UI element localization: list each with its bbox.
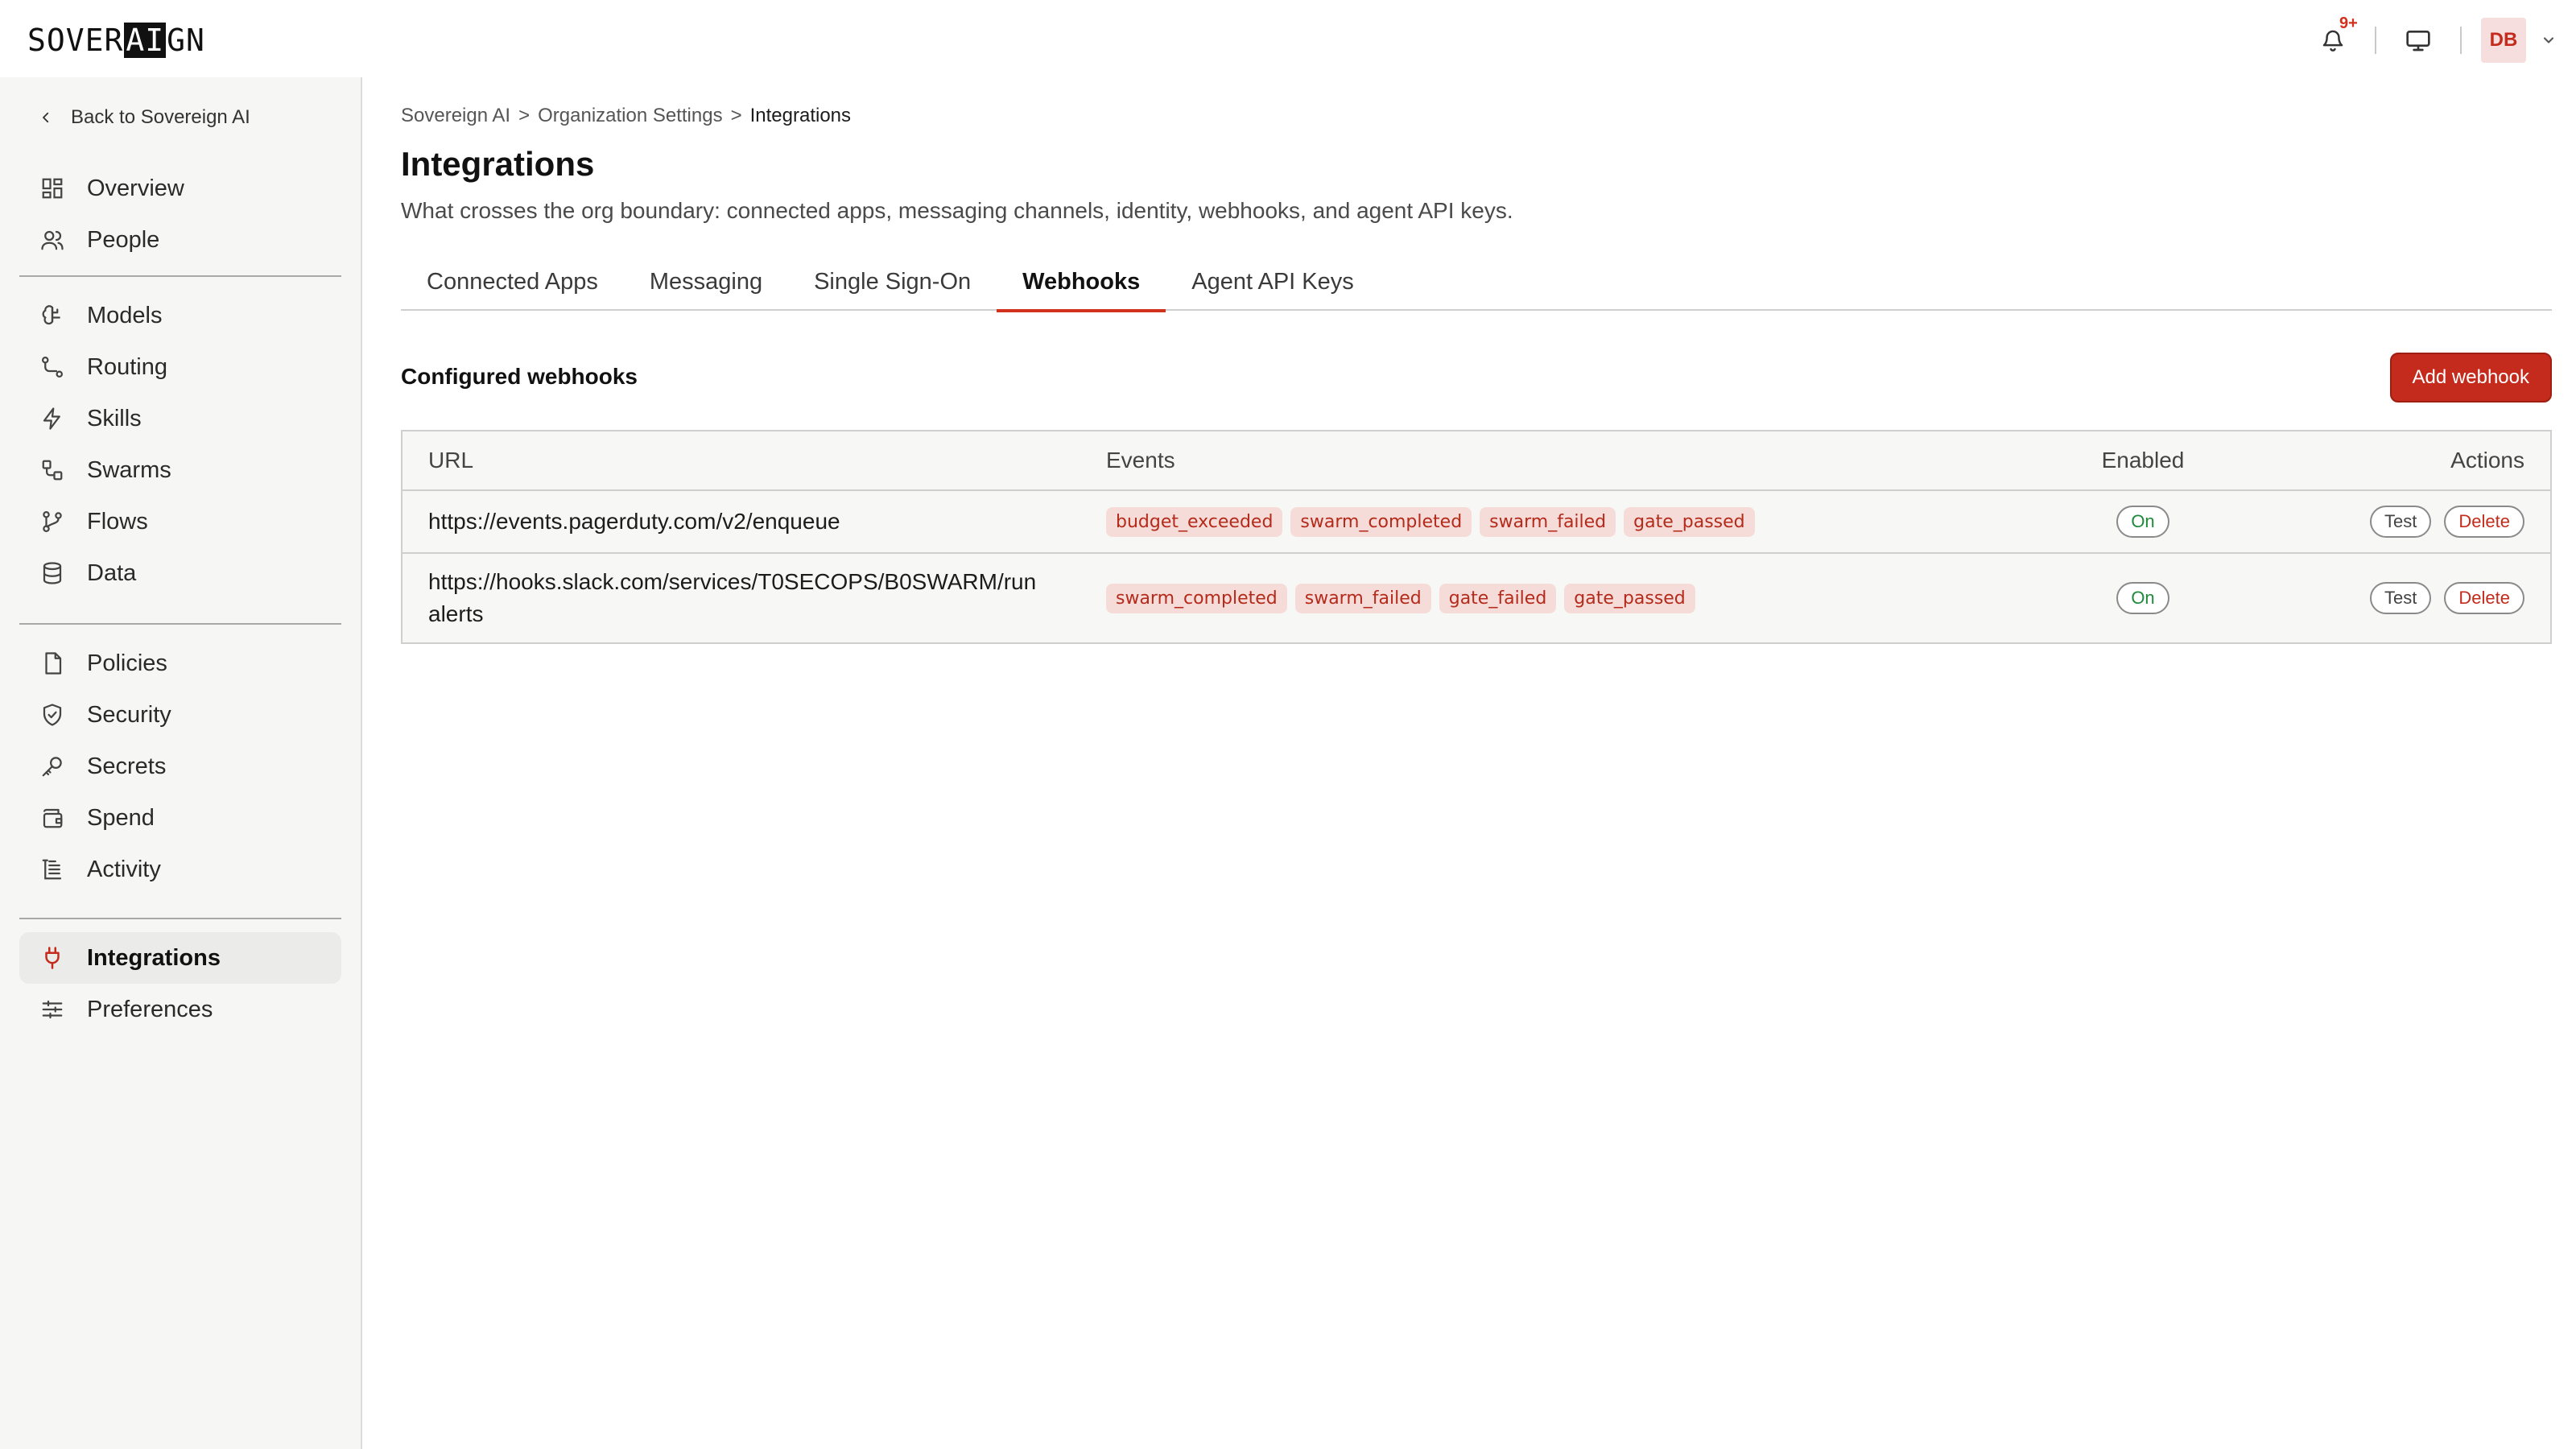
sidebar-item-security[interactable]: Security <box>19 689 341 741</box>
webhooks-table: URL Events Enabled Actions https://event… <box>401 430 2552 644</box>
sidebar-item-spend[interactable]: Spend <box>19 792 341 844</box>
shield-icon <box>43 704 62 726</box>
event-chip: gate_passed <box>1624 506 1755 537</box>
breadcrumb: Sovereign AI > Organization Settings > Integ… <box>401 105 852 126</box>
display-button[interactable] <box>2396 18 2441 63</box>
sidebar-item-overview[interactable]: Overview <box>19 163 341 214</box>
people-icon <box>41 230 64 250</box>
sidebar-item-data[interactable]: Data <box>19 547 341 599</box>
delete-button[interactable]: Delete <box>2444 582 2524 614</box>
event-chip: budget_exceeded <box>1106 506 1283 537</box>
table-header: URL Events Enabled Actions <box>402 431 2550 491</box>
sidebar-item-routing[interactable]: Routing <box>19 341 341 393</box>
sidebar-divider <box>19 275 341 277</box>
branch-icon <box>43 511 62 532</box>
logo[interactable]: SOVER AI GN <box>27 23 205 58</box>
column-header-actions: Actions <box>2450 448 2524 473</box>
tab-connected-apps[interactable]: Connected Apps <box>401 261 624 311</box>
add-webhook-button[interactable]: Add webhook <box>2389 353 2552 402</box>
column-header-enabled: Enabled <box>2101 448 2185 473</box>
tab-bar: Connected Apps Messaging Single Sign-On … <box>401 261 2552 312</box>
tab-single-sign-on[interactable]: Single Sign-On <box>788 261 997 311</box>
sidebar-item-secrets[interactable]: Secrets <box>19 741 341 792</box>
sidebar: Back to Sovereign AI Overview People Mod… <box>0 77 362 1449</box>
table-row: https://hooks.slack.com/services/T0SECOP… <box>402 552 2550 642</box>
enabled-toggle[interactable]: On <box>2116 506 2169 538</box>
sidebar-item-models[interactable]: Models <box>19 290 341 341</box>
notifications-button[interactable]: 9+ <box>2310 14 2358 63</box>
document-icon <box>45 652 62 675</box>
event-chip: swarm_completed <box>1290 506 1472 537</box>
sidebar-item-swarms[interactable]: Swarms <box>19 444 341 496</box>
sidebar-item-policies[interactable]: Policies <box>19 638 341 689</box>
sidebar-item-preferences[interactable]: Preferences <box>19 984 341 1035</box>
webhook-url: https://events.pagerduty.com/v2/enqueue <box>428 509 840 534</box>
webhook-events: budget_exceeded swarm_completed swarm_fa… <box>1106 506 1992 537</box>
section-title: Configured webhooks <box>401 364 638 389</box>
tab-messaging[interactable]: Messaging <box>624 261 788 311</box>
breadcrumb-current: Integrations <box>749 105 852 126</box>
tab-agent-api-keys[interactable]: Agent API Keys <box>1166 261 1380 311</box>
bolt-icon <box>43 407 60 430</box>
sidebar-divider <box>19 623 341 625</box>
column-header-url: URL <box>428 448 474 473</box>
delete-button[interactable]: Delete <box>2444 506 2524 538</box>
wallet-icon <box>43 808 63 828</box>
top-bar: SOVER AI GN 9+ DB <box>0 0 2576 77</box>
breadcrumb-link[interactable]: Sovereign AI <box>401 105 510 126</box>
key-icon <box>42 757 62 777</box>
tab-webhooks[interactable]: Webhooks <box>997 261 1166 312</box>
chevron-left-icon <box>43 112 49 123</box>
route-icon <box>42 357 63 378</box>
table-row: https://events.pagerduty.com/v2/enqueue … <box>402 491 2550 552</box>
account-menu-toggle[interactable] <box>2537 29 2560 52</box>
monitor-icon <box>2406 31 2430 52</box>
sidebar-item-activity[interactable]: Activity <box>19 844 341 895</box>
database-icon <box>43 562 62 584</box>
event-chip: swarm_failed <box>1294 583 1431 613</box>
enabled-toggle[interactable]: On <box>2116 582 2169 614</box>
event-chip: swarm_completed <box>1106 583 1287 613</box>
sidebar-item-people[interactable]: People <box>19 214 341 266</box>
header-divider <box>2460 27 2462 54</box>
webhook-url: https://hooks.slack.com/services/T0SECOP… <box>428 569 1037 626</box>
event-chip: gate_passed <box>1564 583 1695 613</box>
log-icon <box>42 859 62 880</box>
notifications-badge: 9+ <box>2339 14 2358 32</box>
grid-icon <box>42 178 63 199</box>
event-chip: swarm_failed <box>1480 506 1616 537</box>
sidebar-item-integrations[interactable]: Integrations <box>19 932 341 984</box>
webhook-events: swarm_completed swarm_failed gate_failed… <box>1106 583 1992 613</box>
swarm-icon <box>42 460 63 481</box>
sidebar-item-skills[interactable]: Skills <box>19 393 341 444</box>
sliders-icon <box>42 1000 63 1019</box>
brain-icon <box>42 305 60 325</box>
event-chip: gate_failed <box>1439 583 1557 613</box>
test-button[interactable]: Test <box>2370 506 2432 538</box>
page-subtitle: What crosses the org boundary: connected… <box>401 198 1513 223</box>
breadcrumb-link[interactable]: Organization Settings <box>538 105 722 126</box>
back-link[interactable]: Back to Sovereign AI <box>39 106 250 129</box>
avatar[interactable]: DB <box>2481 18 2526 63</box>
header-divider <box>2375 27 2376 54</box>
page-title: Integrations <box>401 145 595 183</box>
back-link-label: Back to Sovereign AI <box>71 106 250 128</box>
sidebar-divider <box>19 918 341 919</box>
sidebar-item-flows[interactable]: Flows <box>19 496 341 547</box>
test-button[interactable]: Test <box>2370 582 2432 614</box>
column-header-events: Events <box>1106 448 1175 473</box>
chevron-down-icon <box>2543 37 2554 43</box>
plug-icon <box>45 947 60 969</box>
